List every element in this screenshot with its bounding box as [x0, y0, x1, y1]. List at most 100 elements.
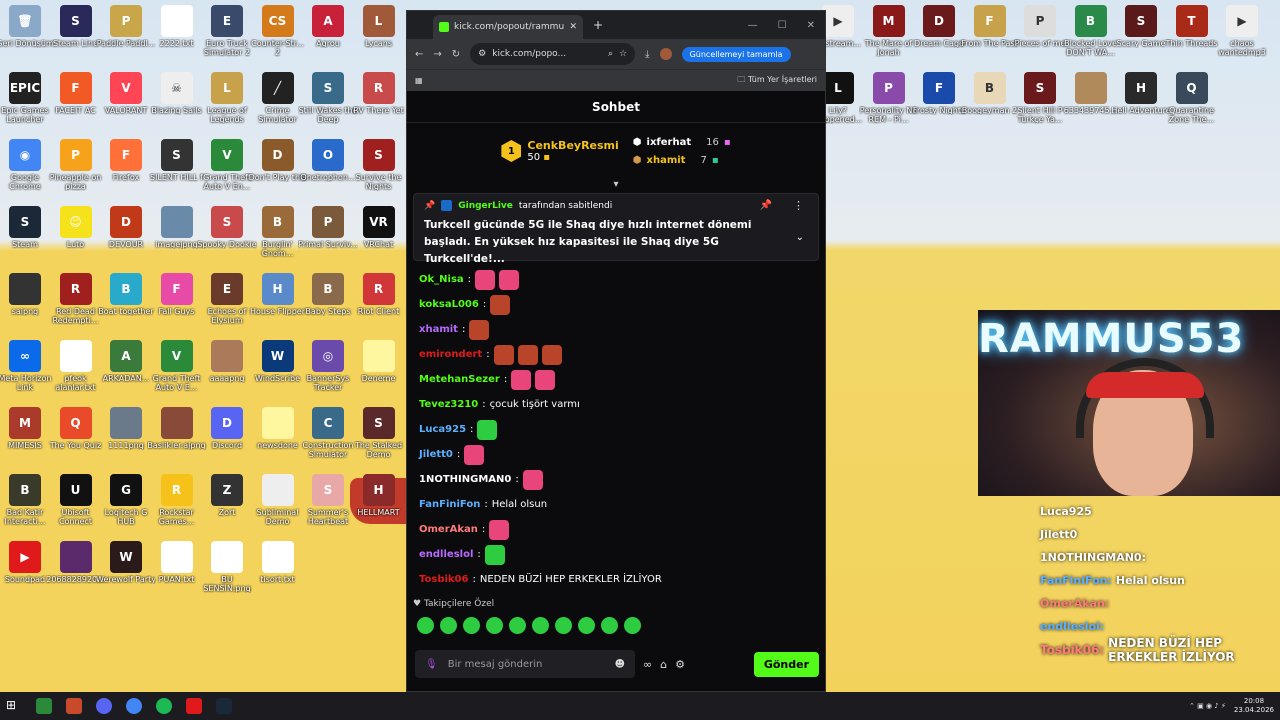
mic-icon[interactable]: 🎙	[425, 659, 438, 670]
pinned-message[interactable]: 📌 GingerLive tarafından sabitlendi Turkc…	[413, 193, 819, 265]
avatar[interactable]	[659, 48, 672, 60]
chat-message[interactable]: endlleslol:	[419, 542, 813, 567]
chat-input[interactable]: 🎙 Bir mesaj gönderin ☻	[415, 650, 635, 678]
chat-message[interactable]: koksaL006:	[419, 292, 813, 317]
apps-icon[interactable]: ▦	[415, 76, 423, 85]
chat-username[interactable]: emirondert	[419, 349, 482, 360]
browser-tab[interactable]: kick.com/popout/rammus53/ch ✕	[433, 15, 583, 39]
desktop-icon[interactable]: VR VRChat	[349, 206, 409, 249]
pinned-message-text: Turkcell gücünde 5G ile Shaq diye hızlı …	[424, 219, 752, 265]
chat-message[interactable]: OmerAkan:	[419, 517, 813, 542]
desktop-app-icon	[59, 541, 92, 573]
chat-emote	[535, 369, 556, 390]
desktop-icon[interactable]: S Survive the Nights	[349, 139, 409, 191]
desktop-app-icon: H	[362, 474, 395, 506]
reload-icon[interactable]: ↻	[452, 49, 460, 60]
chat-username[interactable]: Tevez3210	[419, 399, 478, 410]
settings-gear-icon[interactable]: ⚙	[675, 658, 685, 671]
emote-button[interactable]	[624, 617, 641, 634]
send-button[interactable]: Gönder	[753, 651, 819, 677]
desktop-icon[interactable]: ▶ chaos wantedmp3	[1212, 5, 1272, 57]
bookmark-star-icon[interactable]: ☆	[619, 49, 627, 59]
chat-username[interactable]: Luca925	[419, 424, 466, 435]
minimize-button[interactable]: —	[748, 20, 758, 31]
tray-icons[interactable]: ⌃ ▣ ◉ ♪ ⚡	[1189, 702, 1226, 710]
desktop-app-icon	[110, 407, 142, 439]
chrome-icon[interactable]	[126, 698, 142, 714]
desktop-icon[interactable]: R RV There Yet	[349, 72, 409, 115]
desktop-app-icon: B	[1074, 5, 1107, 37]
emote-button[interactable]	[555, 617, 572, 634]
chat-username[interactable]: FanFiniFon	[419, 499, 480, 510]
steam-icon[interactable]	[216, 698, 232, 714]
chat-username[interactable]: koksaL006	[419, 299, 479, 310]
chat-message[interactable]: Luca925:	[419, 417, 813, 442]
more-options-icon[interactable]: ⋮	[793, 199, 804, 212]
desktop-icon[interactable]: H HELLMART	[349, 474, 409, 517]
chat-username[interactable]: Ok_Nisa	[419, 274, 464, 285]
desktop-icon[interactable]: tisort.txt	[248, 541, 308, 584]
chat-username[interactable]: Jilett0	[419, 449, 453, 460]
watch-party-icon[interactable]: ∞	[643, 658, 652, 671]
emote-button[interactable]	[578, 617, 595, 634]
chat-message[interactable]: Ok_Nisa:	[419, 267, 813, 292]
chat-message[interactable]: Tosbik06: NEDEN BÜZİ HEP ERKEKLER İZLİYOR	[419, 567, 813, 592]
new-tab-button[interactable]: +	[593, 18, 603, 32]
maximize-button[interactable]: ☐	[778, 20, 787, 31]
emoji-icon[interactable]: ☻	[615, 659, 625, 670]
leaderboard-first[interactable]: 1 CenkBeyResmi 50 ▪	[501, 139, 619, 163]
taskbar-app-icon[interactable]	[36, 698, 52, 714]
youtube-icon[interactable]	[186, 698, 202, 714]
tab-close-icon[interactable]: ✕	[569, 22, 577, 32]
clock[interactable]: 20:08 23.04.2026	[1234, 697, 1274, 715]
update-button[interactable]: Güncellemeyi tamamla	[681, 46, 791, 62]
chat-username[interactable]: Tosbik06	[419, 574, 468, 585]
desktop-icon[interactable]: S The Stalked Demo	[349, 407, 409, 459]
desktop-icon[interactable]: Deneme	[349, 340, 409, 383]
emote-button[interactable]	[417, 617, 434, 634]
chat-message[interactable]: emirondert:	[419, 342, 813, 367]
desktop-icon[interactable]: R Riot Client	[349, 273, 409, 316]
chat-username[interactable]: OmerAkan	[419, 524, 478, 535]
chat-message[interactable]: FanFiniFon: Helal olsun	[419, 492, 813, 517]
emote-button[interactable]	[463, 617, 480, 634]
chat-message[interactable]: Tevez3210: çocuk tişört varmı	[419, 392, 813, 417]
omnibox[interactable]: ⚙ kick.com/popo... ⌕ ☆	[470, 43, 636, 65]
emote-button[interactable]	[509, 617, 526, 634]
start-icon[interactable]: ⊞	[6, 698, 22, 714]
leaderboard-third[interactable]: ⬢ xhamit 7 ▪	[633, 151, 731, 169]
taskbar-app-icon[interactable]	[66, 698, 82, 714]
emote-button[interactable]	[532, 617, 549, 634]
emote-button[interactable]	[601, 617, 618, 634]
desktop-icon-label: RV There Yet	[353, 106, 404, 115]
chat-message[interactable]: Jilett0:	[419, 442, 813, 467]
site-info-icon[interactable]: ⚙	[478, 49, 486, 59]
emote-button[interactable]	[486, 617, 503, 634]
discord-icon[interactable]	[96, 698, 112, 714]
download-icon[interactable]: ⤓	[645, 49, 649, 60]
chat-message[interactable]: xhamit:	[419, 317, 813, 342]
unpin-icon[interactable]: 📌	[760, 200, 772, 211]
chat-message[interactable]: MetehanSezer:	[419, 367, 813, 392]
desktop-icon[interactable]: Q Quarantine Zone The...	[1162, 72, 1222, 124]
desktop-app-icon: VR	[362, 206, 395, 238]
chat-username[interactable]: MetehanSezer	[419, 374, 500, 385]
leaderboard-second[interactable]: ⬢ ixferhat 16 ▪	[633, 133, 731, 151]
chat-message[interactable]: 1NOTHINGMAN0:	[419, 467, 813, 492]
gift-leaderboard: 1 CenkBeyResmi 50 ▪ ⬢ ixferhat 16 ▪ ⬢ xh…	[407, 123, 825, 179]
forward-icon[interactable]: →	[433, 49, 441, 60]
emote-button[interactable]	[440, 617, 457, 634]
chevron-down-icon[interactable]: ⌄	[796, 232, 804, 243]
back-icon[interactable]: ←	[415, 49, 423, 60]
spotify-icon[interactable]	[156, 698, 172, 714]
store-icon[interactable]: ⌂	[660, 658, 667, 671]
pinned-by-user[interactable]: GingerLive	[458, 201, 513, 211]
desktop-icon[interactable]: L Lycans	[349, 5, 409, 48]
chat-username[interactable]: 1NOTHINGMAN0	[419, 474, 511, 485]
all-bookmarks-button[interactable]: 🗀 Tüm Yer İşaretleri	[737, 74, 817, 88]
close-window-button[interactable]: ✕	[807, 20, 815, 31]
zoom-icon[interactable]: ⌕	[608, 49, 613, 59]
chat-username[interactable]: endlleslol	[419, 549, 473, 560]
collapse-arrow-icon[interactable]: ▾	[407, 179, 825, 193]
chat-username[interactable]: xhamit	[419, 324, 458, 335]
